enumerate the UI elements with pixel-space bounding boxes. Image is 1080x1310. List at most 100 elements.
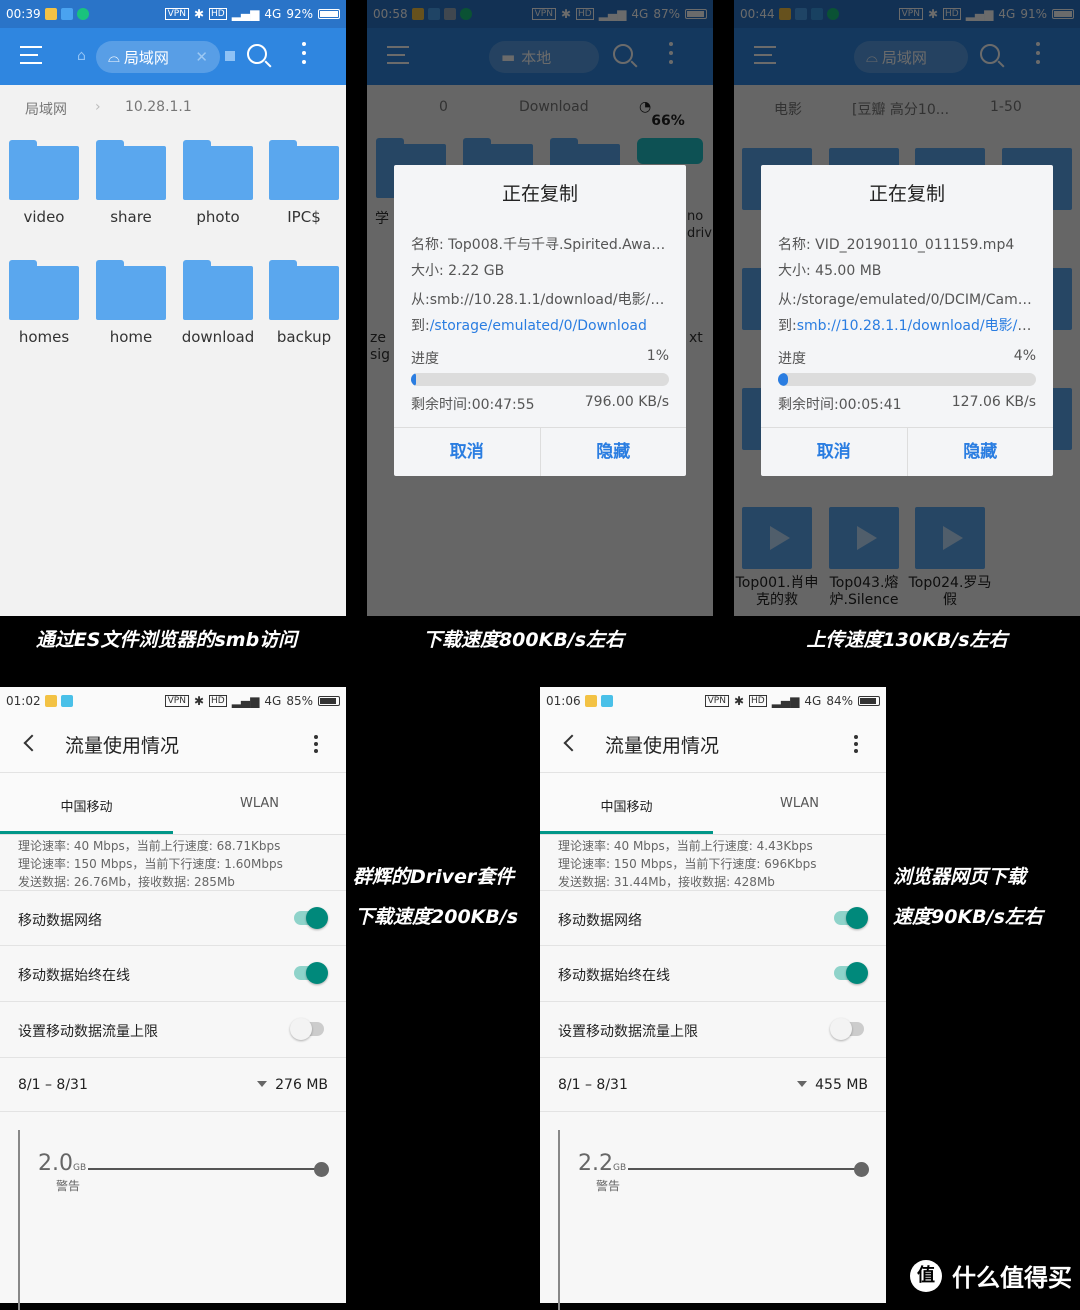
folder-icon[interactable] <box>269 260 339 320</box>
breadcrumb-item[interactable]: 1-50 <box>990 99 1022 115</box>
breadcrumb-item[interactable]: Download <box>519 99 589 115</box>
toggle-switch[interactable] <box>294 962 328 984</box>
app-icon[interactable] <box>637 138 703 164</box>
hide-button[interactable]: 隐藏 <box>906 428 1054 476</box>
storage-usage[interactable]: ◔ 66% <box>639 99 685 129</box>
chevron-right-icon: › <box>95 99 101 115</box>
setting-row[interactable]: 移动数据网络 <box>0 890 346 946</box>
billing-period-row[interactable]: 8/1 – 8/31 455 MB <box>540 1058 886 1112</box>
more-icon[interactable] <box>854 735 858 739</box>
more-icon[interactable] <box>314 735 318 739</box>
dest-label: 到: <box>778 318 797 334</box>
warning-line <box>628 1168 866 1170</box>
battery-icon <box>318 9 340 19</box>
usage-dropdown[interactable]: 276 MB <box>257 1077 328 1093</box>
more-icon[interactable] <box>1036 42 1040 46</box>
search-icon[interactable] <box>980 44 1000 64</box>
folder-label[interactable]: IPC$ <box>261 208 346 226</box>
folder-label[interactable]: video <box>1 208 87 226</box>
home-icon[interactable]: ⌂ <box>77 48 86 64</box>
vpn-icon: VPN <box>164 695 189 707</box>
breadcrumb-item[interactable]: 局域网 <box>25 99 67 119</box>
breadcrumb-item[interactable]: 电影 <box>774 99 802 119</box>
storage-icon[interactable] <box>225 51 235 61</box>
tab-chip-local[interactable]: ▬ 本地 <box>489 41 599 73</box>
folder-label[interactable]: share <box>88 208 174 226</box>
folder-label[interactable]: homes <box>1 328 87 346</box>
setting-row[interactable]: 移动数据始终在线 <box>0 946 346 1002</box>
tab-chip-lan[interactable]: ⌓ 局域网 ✕ <box>96 41 220 73</box>
toolbar: ⌓ 局域网 <box>734 28 1080 85</box>
status-bar: 00:44 VPN ✱ HD ▂▄▆ 4G 91% <box>734 0 1080 28</box>
billing-period-row[interactable]: 8/1 – 8/31 276 MB <box>0 1058 346 1112</box>
tab-china-mobile[interactable]: 中国移动 <box>540 796 713 815</box>
warning-slider-handle[interactable] <box>854 1162 869 1177</box>
toggle-switch[interactable] <box>290 1018 324 1040</box>
status-time: 00:39 <box>6 7 41 21</box>
more-icon[interactable] <box>302 42 306 46</box>
folder-icon[interactable] <box>96 140 166 200</box>
toggle-switch[interactable] <box>294 907 328 929</box>
bluetooth-icon: ✱ <box>733 694 744 708</box>
folder-icon[interactable] <box>269 140 339 200</box>
battery-percent: 92% <box>286 7 313 21</box>
hide-button[interactable]: 隐藏 <box>539 428 687 476</box>
video-file-icon[interactable] <box>742 507 812 569</box>
usage-dropdown[interactable]: 455 MB <box>797 1077 868 1093</box>
source-path: /storage/emulated/0/DCIM/Camera/ <box>796 292 1036 308</box>
setting-row[interactable]: 设置移动数据流量上限 <box>540 1002 886 1058</box>
tab-china-mobile[interactable]: 中国移动 <box>0 796 173 815</box>
storage-percent: 66% <box>651 113 685 129</box>
folder-icon[interactable] <box>183 140 253 200</box>
setting-row[interactable]: 移动数据始终在线 <box>540 946 886 1002</box>
toggle-switch[interactable] <box>834 907 868 929</box>
search-icon[interactable] <box>613 44 633 64</box>
back-arrow-icon[interactable] <box>563 734 581 752</box>
setting-row[interactable]: 移动数据网络 <box>540 890 886 946</box>
search-icon[interactable] <box>247 44 267 64</box>
tab-wlan[interactable]: WLAN <box>173 796 346 811</box>
folder-label[interactable]: download <box>175 328 261 346</box>
video-file-label[interactable]: Top043.熔炉.Silence <box>821 575 907 609</box>
breadcrumb: 局域网 › 10.28.1.1 <box>0 85 346 130</box>
video-file-label[interactable]: Top001.肖申克的救 <box>734 575 820 609</box>
video-file-icon[interactable] <box>915 507 985 569</box>
tab-chip-lan[interactable]: ⌓ 局域网 <box>854 41 968 73</box>
dialog-title: 正在复制 <box>501 183 578 205</box>
menu-icon[interactable] <box>387 46 409 64</box>
warning-slider-handle[interactable] <box>314 1162 329 1177</box>
warning-line <box>88 1168 326 1170</box>
folder-icon[interactable] <box>183 260 253 320</box>
tab-wlan[interactable]: WLAN <box>713 796 886 811</box>
video-file-label[interactable]: Top024.罗马假 <box>907 575 993 609</box>
breadcrumb-item[interactable]: [豆瓣 高分10... <box>852 99 949 119</box>
file-name: 名称: VID_20190110_011159.mp4 <box>778 237 1015 253</box>
page-title: 流量使用情况 <box>65 735 180 757</box>
toggle-switch[interactable] <box>834 962 868 984</box>
setting-row[interactable]: 设置移动数据流量上限 <box>0 1002 346 1058</box>
menu-icon[interactable] <box>20 46 42 64</box>
folder-label[interactable]: backup <box>261 328 346 346</box>
folder-icon[interactable] <box>9 260 79 320</box>
warning-label: 警告 <box>596 1179 621 1193</box>
cancel-button[interactable]: 取消 <box>761 428 907 476</box>
download-speed-stat: 理论速率: 150 Mbps，当前下行速度: 1.60Mbps <box>18 857 283 871</box>
more-icon[interactable] <box>669 42 673 46</box>
video-file-icon[interactable] <box>829 507 899 569</box>
dest-path[interactable]: smb://10.28.1.1/download/电影/[豆... <box>797 318 1036 334</box>
dest-path[interactable]: /storage/emulated/0/Download <box>430 318 647 334</box>
warning-amount: 2.0 <box>38 1151 73 1176</box>
back-arrow-icon[interactable] <box>23 734 41 752</box>
close-icon[interactable]: ✕ <box>195 48 208 66</box>
folder-icon[interactable] <box>9 140 79 200</box>
toggle-switch[interactable] <box>830 1018 864 1040</box>
folder-label[interactable]: photo <box>175 208 261 226</box>
cancel-button[interactable]: 取消 <box>394 428 540 476</box>
menu-icon[interactable] <box>754 46 776 64</box>
source-path: 从:smb://10.28.1.1/download/电影/[豆... <box>411 292 669 308</box>
folder-label[interactable]: home <box>88 328 174 346</box>
battery-percent: 87% <box>653 7 680 21</box>
breadcrumb-item[interactable]: 0 <box>439 99 448 115</box>
folder-icon[interactable] <box>96 260 166 320</box>
breadcrumb-item[interactable]: 10.28.1.1 <box>125 99 192 115</box>
